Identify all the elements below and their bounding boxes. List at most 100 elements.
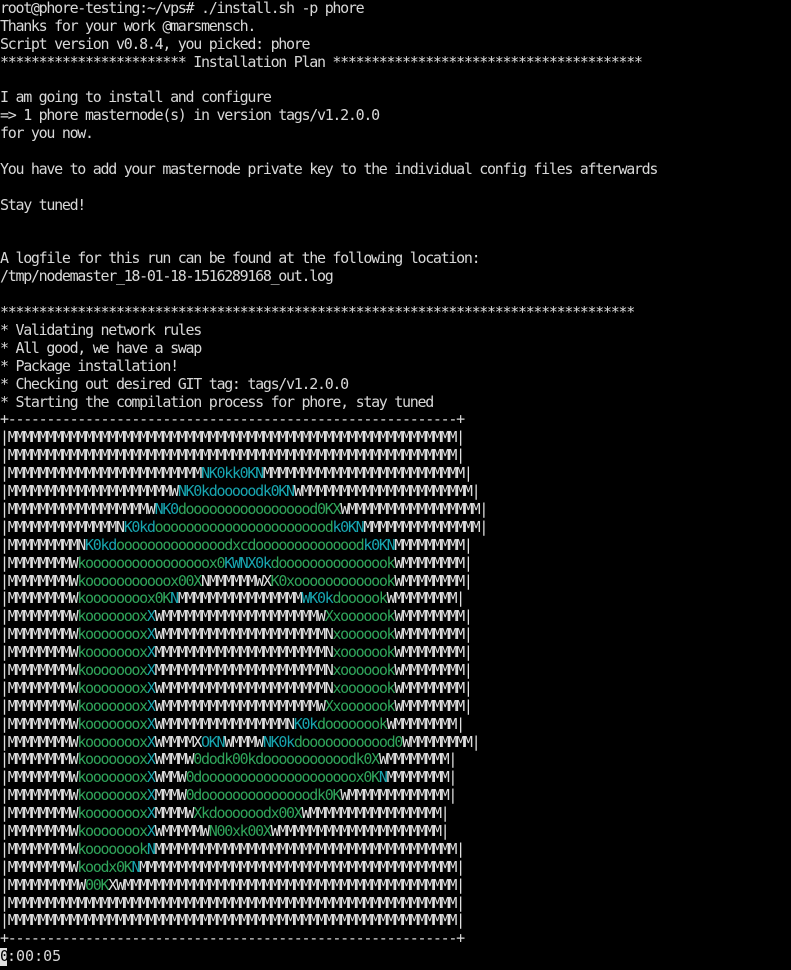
ascii-art-segment: kooooooox — [77, 750, 148, 769]
ascii-art-segment: dooooooooooooook — [270, 553, 396, 572]
timer-line: 0:00:05 — [0, 947, 791, 967]
ascii-art-segment: WMMMMMMMMMMMMMMMMMMMMMN — [154, 625, 334, 644]
ascii-art-segment: |MMMMMMMMW — [0, 857, 79, 876]
ascii-art-segment: MMMW — [154, 786, 187, 805]
ascii-art-segment: kooooooox — [77, 768, 148, 787]
ascii-art-segment: WMMW — [154, 768, 187, 787]
ascii-art-row: |MMMMMMMMW koooooooox0K N MMMMMMMMMMMMMMMM W… — [0, 589, 466, 608]
ascii-art-segment: |MMMMMMMMMMMMMMN — [0, 517, 125, 536]
ascii-art-segment: WMMMMMMMM| — [394, 625, 473, 644]
ascii-art-row: |MMMMMMMMW kooooooooooox00X NMMMMMMWX K0xoo… — [0, 571, 473, 591]
ascii-art-row: |MMMMMMMMMMMMMMMMMMMMMMMMMMMMMMMMMMMMMMM… — [0, 912, 466, 930]
ascii-art-segment: kooooooox — [77, 821, 148, 840]
ascii-art-segment: MMMMW — [154, 804, 195, 823]
ascii-art-row: |MMMMMMMMMW 00K XWMMMMMMMMMMMMMMMMMMMMMMMM… — [0, 875, 466, 895]
ascii-art-segment: X — [146, 768, 156, 787]
ascii-art-segment: MMMMMMMMMMMMMMMMMMMMMMMMMMMMMMMMMMMMMMM| — [154, 839, 466, 858]
terminal-line: * Checking out desired GIT tag: tags/v1.… — [0, 375, 349, 393]
ascii-art-segment: 0doooooooooooooooooooox0K — [185, 768, 381, 787]
ascii-art-row: |MMMMMMMMW kooooooox X WMMMMX OKN WMMMW NK0k do… — [0, 732, 481, 752]
ascii-art-segment: OKN — [201, 732, 226, 751]
ascii-art-row: |MMMMMMMMMMMMMMMMMMMMMMMMMMMMMMMMMMMMMMM… — [0, 893, 466, 913]
ascii-art-segment: kooooooox — [77, 660, 148, 679]
ascii-art-segment: X — [146, 660, 156, 679]
ascii-art-segment: kooooooox — [77, 696, 148, 715]
ascii-art-row: |MMMMMMMMW kooooooox X WMMW 0doooooooooooooo… — [0, 768, 466, 787]
ascii-art-segment: |MMMMMMMMMW — [0, 875, 86, 894]
ascii-art-segment: X — [146, 696, 156, 715]
terminal-window[interactable]: root@phore-testing:~/vps# ./install.sh -… — [0, 0, 791, 970]
ascii-art-segment: WMMMMMMMM| — [394, 696, 473, 715]
ascii-art-segment: WMMMMMMMMMMMMMMMMMMMMW — [154, 607, 326, 626]
terminal-line: You have to add your masternode private … — [0, 161, 658, 179]
terminal-line: /tmp/nodemaster_18-01-18-1516289168_out.… — [0, 268, 334, 286]
ascii-art-segment: |MMMMMMMMMMMMMMMMMMMMMMMMMMMMMMMMMMMMMMM… — [0, 893, 465, 912]
ascii-art-row: |MMMMMMMMMMMMMMMMMMMMMMMMM NK0kk0KN MMMMMM… — [0, 464, 473, 483]
ascii-art-segment: ooooooooooooooooooooood — [154, 517, 334, 536]
ascii-art-segment: N — [146, 839, 156, 858]
ascii-art-segment: X — [146, 821, 156, 840]
ascii-art-segment: |MMMMMMMMW — [0, 732, 79, 751]
ascii-art-row: |MMMMMMMMW kooooooox X MMMW 0doooooooooooooo… — [0, 786, 466, 805]
ascii-art-segment: koooooook — [77, 839, 148, 858]
ascii-art-row: |MMMMMMMMW kooooooox X MMMMMMMMMMMMMMMMMMMM… — [0, 643, 473, 662]
ascii-art-segment: WMMMMMMMM| — [394, 660, 473, 679]
ascii-art-segment: MMMMMMMM| — [386, 768, 458, 787]
terminal-line: A logfile for this run can be found at t… — [0, 250, 481, 268]
ascii-art-row: |MMMMMMMMW kooooooox X WMMMW 0dodk00kdoooooo… — [0, 751, 466, 769]
ascii-art-segment: |MMMMMMMMW — [0, 553, 79, 572]
ascii-art-segment: |MMMMMMMMW — [0, 768, 79, 787]
cursor[interactable]: 0 — [0, 947, 9, 967]
ascii-art-segment: MMMMMMMMMMMMMMM| — [363, 517, 488, 536]
ascii-art-segment: WMMMMX — [154, 732, 203, 751]
ascii-art-segment: NK0kk0KN — [201, 464, 264, 483]
ascii-art-segment: doooook — [332, 589, 387, 608]
terminal-line: ************************ Installation Pl… — [0, 53, 643, 71]
ascii-art-segment: |MMMMMMMMW — [0, 589, 79, 608]
ascii-art-segment: |MMMMMMMMMMMMMMMMMMW — [0, 499, 156, 518]
ascii-art-segment: K0kd — [85, 535, 117, 554]
ascii-art-segment: |MMMMMMMMMMMMMMMMMMMMMMMMMMMMMMMMMMMMMMM… — [0, 428, 465, 447]
ascii-art-segment: WMMMMMMMM| — [394, 678, 473, 697]
ascii-art-row: |MMMMMMMMW kooooooox X MMMMMMMMMMMMMMMMMMMM… — [0, 660, 473, 680]
ascii-art-segment: k0KN — [363, 535, 395, 554]
terminal-line: * All good, we have a swap — [0, 339, 202, 357]
ascii-art-segment: KWNX0k — [224, 553, 272, 572]
ascii-art-segment: |MMMMMMMMMN — [0, 535, 86, 554]
terminal-line: ****************************************… — [0, 304, 635, 322]
ascii-art-segment: MMMMMMMMMMMMMMMM — [177, 589, 303, 608]
terminal-line: * Package installation! — [0, 357, 179, 375]
ascii-border-bottom: +---------------------------------------… — [0, 929, 465, 948]
ascii-art-segment: N — [378, 768, 388, 787]
ascii-art-row: |MMMMMMMMW kooooooox X WMMMMMMMMMMMMMMMMMMM… — [0, 678, 473, 698]
ascii-art-segment: WMMMW — [154, 750, 195, 769]
ascii-art-segment: kooooooox — [77, 786, 148, 805]
ascii-art-rows: |MMMMMMMMMMMMMMMMMMMMMMMMM MMMMMMMMMMMMMM… — [0, 428, 488, 930]
ascii-art-segment: WMMMMMMMM| — [394, 643, 473, 662]
ascii-art-segment: K0xooooooooooook — [270, 571, 396, 590]
ascii-art-segment: |MMMMMMMMW — [0, 786, 79, 805]
ascii-art-segment: X — [146, 607, 156, 626]
ascii-art-segment: |MMMMMMMMW — [0, 643, 79, 662]
ascii-art-segment: |MMMMMMMMW — [0, 571, 79, 590]
ascii-art-row: |MMMMMMMMW kooooooox X WMMMMMW N00xk00X WMMMM… — [0, 821, 466, 841]
ascii-art-segment: |MMMMMMMMMMMMMMMMMMMMMMMMM — [0, 464, 202, 483]
ascii-art-segment: N00xk00X — [208, 821, 272, 840]
ascii-art-segment: koodx0K — [77, 857, 132, 876]
ascii-art-segment: WMMMMMMMM| — [386, 714, 466, 733]
ascii-art-segment: |MMMMMMMMW — [0, 696, 79, 715]
ascii-art-row: |MMMMMMMMMMMMMMMMMMMMMW NK0kdooooodk0KN WM… — [0, 482, 481, 501]
ascii-art-segment: NK0kdooooodk0KN — [177, 482, 295, 501]
ascii-art-segment: koooooooooooooooox0 — [77, 553, 225, 572]
terminal-line: Script version v0.8.4, you picked: phore — [0, 35, 311, 53]
ascii-art-segment: 0dodk00kdooooooooooodk0X — [193, 750, 380, 769]
ascii-art-segment: xooooook — [332, 660, 395, 679]
terminal-line: Stay tuned! — [0, 196, 86, 214]
ascii-art-row: |MMMMMMMMMMMMMMMMMMW NK0 doooooooooooooooo… — [0, 499, 488, 519]
ascii-art-segment: dooooooooooooooood0KX — [177, 499, 342, 518]
terminal-line: => 1 phore masternode(s) in version tags… — [0, 107, 380, 125]
ascii-art-segment: |MMMMMMMMW — [0, 804, 79, 823]
ascii-art-segment: |MMMMMMMMW — [0, 678, 79, 697]
